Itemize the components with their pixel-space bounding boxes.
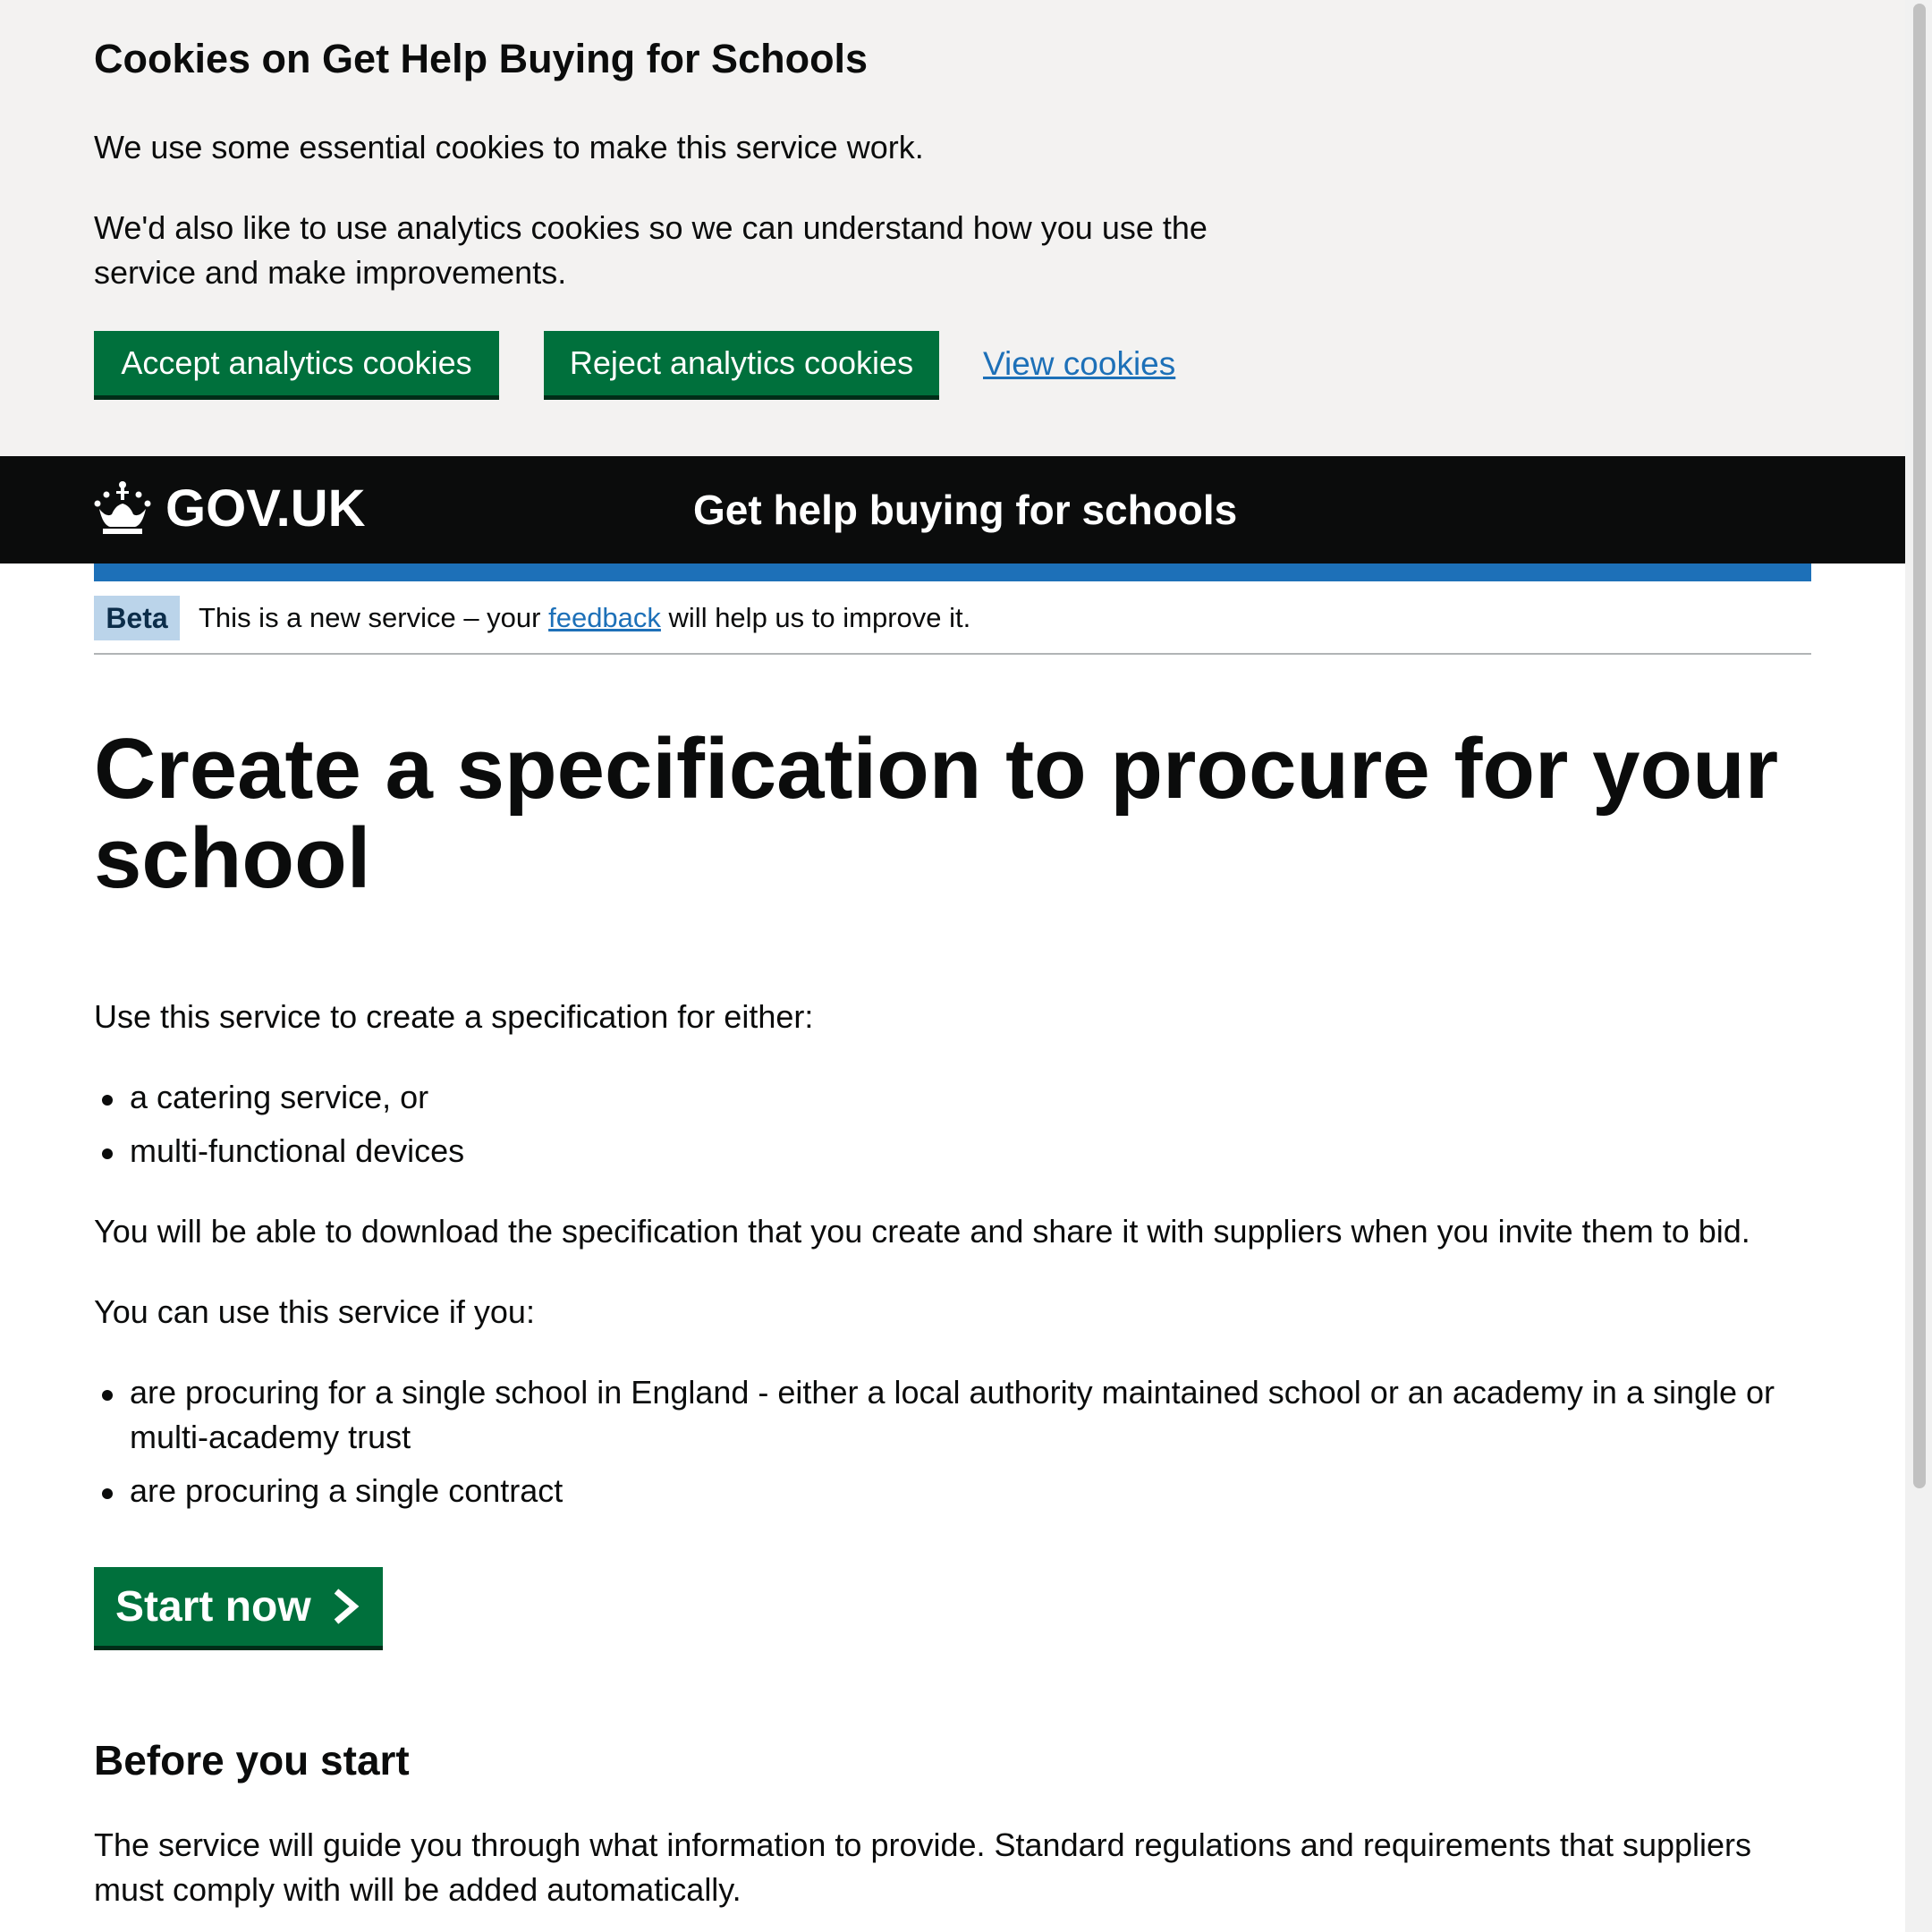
scrollbar-thumb[interactable]	[1913, 4, 1926, 1488]
cookie-banner: Cookies on Get Help Buying for Schools W…	[0, 0, 1905, 456]
cookie-banner-text-analytics: We'd also like to use analytics cookies …	[94, 209, 1208, 291]
beta-tag: Beta	[94, 596, 180, 640]
crown-icon	[94, 481, 151, 534]
list-item: multi-functional devices	[94, 1129, 1811, 1174]
chevron-right-icon	[334, 1589, 360, 1624]
download-text: You will be able to download the specifi…	[94, 1213, 1750, 1250]
site-header: GOV.UK Get help buying for schools	[0, 456, 1905, 564]
view-cookies-link[interactable]: View cookies	[983, 345, 1175, 383]
govuk-logo-link[interactable]: GOV.UK	[94, 463, 365, 553]
header-blue-bar	[94, 564, 1811, 581]
options-list: a catering service, or multi-functional …	[94, 1075, 1811, 1182]
start-now-label: Start now	[115, 1582, 311, 1631]
eligibility-list: are procuring for a single school in Eng…	[94, 1370, 1820, 1522]
phase-text-before: This is a new service – your	[199, 602, 549, 633]
service-name-link[interactable]: Get help buying for schools	[693, 476, 1237, 544]
cookie-banner-text-essential: We use some essential cookies to make th…	[94, 129, 924, 165]
cookie-banner-title: Cookies on Get Help Buying for Schools	[94, 36, 869, 81]
reject-cookies-button[interactable]: Reject analytics cookies	[544, 331, 939, 395]
list-item: are procuring a single contract	[94, 1469, 1820, 1513]
page: Cookies on Get Help Buying for Schools W…	[0, 0, 1905, 1932]
phase-banner-text: This is a new service – your feedback wi…	[199, 596, 970, 640]
list-item: a catering service, or	[94, 1075, 1811, 1120]
phase-banner: Beta This is a new service – your feedba…	[94, 581, 1811, 655]
feedback-link[interactable]: feedback	[548, 602, 661, 633]
page-title: Create a specification to procure for yo…	[94, 721, 1779, 906]
start-now-button[interactable]: Start now	[94, 1567, 383, 1646]
scrollbar[interactable]	[1905, 0, 1932, 1932]
phase-text-after: will help us to improve it.	[660, 602, 971, 633]
intro-text: Use this service to create a specificati…	[94, 998, 814, 1035]
list-item: are procuring for a single school in Eng…	[94, 1370, 1820, 1460]
before-you-start-text: The service will guide you through what …	[94, 1826, 1752, 1908]
govuk-logo-text: GOV.UK	[165, 479, 366, 538]
accept-cookies-button[interactable]: Accept analytics cookies	[94, 331, 499, 395]
before-you-start-heading: Before you start	[94, 1737, 410, 1784]
eligibility-intro: You can use this service if you:	[94, 1293, 535, 1330]
